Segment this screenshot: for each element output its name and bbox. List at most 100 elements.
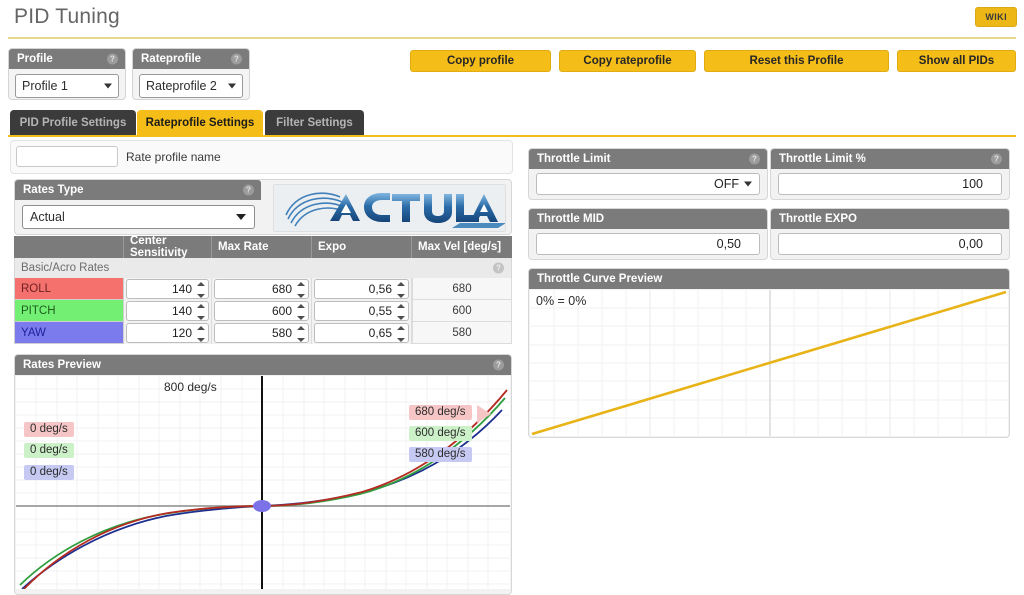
question-icon[interactable]: ? [493, 359, 504, 371]
rates-preview-header: Rates Preview ? [15, 355, 511, 375]
question-icon[interactable]: ? [231, 53, 242, 65]
rateprofile-select-value: Rateprofile 2 [146, 79, 217, 93]
reset-this-profile-button[interactable]: Reset this Profile [704, 50, 889, 72]
value-text: 140 [171, 304, 192, 318]
table-row: YAW 120 580 0,65 580 [14, 322, 512, 344]
rates-preview-chart[interactable]: 800 deg/s 0 deg/s 0 deg/s 0 deg/s 680 de… [16, 376, 510, 589]
question-icon[interactable]: ? [991, 153, 1002, 165]
legend-yaw-current: 0 deg/s [24, 465, 74, 480]
rates-type-select[interactable]: Actual [22, 205, 255, 229]
question-icon[interactable]: ? [243, 184, 254, 196]
rates-preview-panel: Rates Preview ? 800 deg/s 0 deg/s 0 deg/… [14, 354, 512, 595]
value-text: 0,65 [368, 326, 392, 340]
tab-divider [8, 135, 1016, 137]
throttle-limit-label: Throttle Limit [537, 153, 611, 165]
throttle-mid-label: Throttle MID [537, 213, 605, 225]
yaw-max-rate-stepper[interactable]: 580 [214, 323, 309, 343]
axis-label-roll: ROLL [14, 278, 124, 300]
roll-center-sensitivity-stepper[interactable]: 140 [126, 279, 209, 299]
cell-pitch-expo: 0,55 [312, 300, 412, 322]
value-text: 600 [271, 304, 292, 318]
pitch-center-sensitivity-stepper[interactable]: 140 [126, 301, 209, 321]
throttle-limit-pct-stepper[interactable]: 100 [778, 173, 1002, 195]
throttle-curve-readout: 0% = 0% [536, 294, 587, 308]
spinner-arrows-icon[interactable] [197, 282, 205, 298]
tab-pid-profile-settings[interactable]: PID Profile Settings [10, 110, 136, 135]
cell-yaw-max-vel: 580 [412, 322, 512, 344]
spinner-arrows-icon[interactable] [989, 177, 997, 193]
rates-type-panel: Rates Type ? Actual [14, 179, 512, 235]
spinner-arrows-icon[interactable] [747, 237, 755, 253]
profile-label: Profile [17, 53, 53, 65]
spinner-arrows-icon[interactable] [989, 237, 997, 253]
show-all-pids-button[interactable]: Show all PIDs [897, 50, 1016, 72]
wiki-button[interactable]: WIKI [975, 7, 1017, 27]
yaw-center-sensitivity-stepper[interactable]: 120 [126, 323, 209, 343]
question-icon[interactable]: ? [493, 262, 504, 274]
question-icon[interactable]: ? [107, 53, 118, 65]
col-max-rate: Max Rate [212, 236, 312, 258]
tab-rateprofile-settings[interactable]: Rateprofile Settings [137, 110, 263, 135]
question-icon[interactable]: ? [749, 153, 760, 165]
pitch-expo-stepper[interactable]: 0,55 [314, 301, 409, 321]
spinner-arrows-icon[interactable] [397, 326, 405, 342]
rates-preview-title: Rates Preview [23, 359, 101, 371]
throttle-mid-stepper[interactable]: 0,50 [536, 233, 760, 255]
spinner-arrows-icon[interactable] [297, 282, 305, 298]
cell-pitch-center-sensitivity: 140 [124, 300, 212, 322]
col-expo: Expo [312, 236, 412, 258]
throttle-expo-label: Throttle EXPO [779, 213, 857, 225]
cell-pitch-max-vel: 600 [412, 300, 512, 322]
rateprofile-selector: Rateprofile ? Rateprofile 2 [132, 48, 250, 100]
cell-roll-center-sensitivity: 140 [124, 278, 212, 300]
rate-profile-name-label: Rate profile name [126, 150, 221, 164]
profile-header: Profile ? [9, 49, 125, 69]
spinner-arrows-icon[interactable] [197, 304, 205, 320]
value-text: 0,55 [368, 304, 392, 318]
profile-select[interactable]: Profile 1 [15, 74, 119, 98]
page-title: PID Tuning [14, 5, 120, 28]
throttle-limit-header: Throttle Limit ? [529, 149, 767, 169]
rateprofile-select[interactable]: Rateprofile 2 [139, 74, 243, 98]
pitch-max-rate-stepper[interactable]: 600 [214, 301, 309, 321]
throttle-curve-chart[interactable]: 0% = 0% [530, 290, 1008, 436]
throttle-expo-value: 0,00 [958, 237, 983, 251]
roll-expo-stepper[interactable]: 0,56 [314, 279, 409, 299]
table-row: PITCH 140 600 0,55 600 [14, 300, 512, 322]
throttle-limit-pct-value: 100 [962, 177, 983, 191]
rate-profile-name-input[interactable] [16, 146, 118, 167]
spinner-arrows-icon[interactable] [297, 326, 305, 342]
chevron-down-icon [104, 83, 112, 89]
value-text: 580 [271, 326, 292, 340]
spinner-arrows-icon[interactable] [197, 326, 205, 342]
yaw-expo-stepper[interactable]: 0,65 [314, 323, 409, 343]
title-divider [8, 37, 1016, 39]
cell-yaw-max-rate: 580 [212, 322, 312, 344]
throttle-mid-value: 0,50 [716, 237, 741, 251]
spinner-arrows-icon[interactable] [297, 304, 305, 320]
throttle-limit-select[interactable]: OFF [536, 173, 760, 195]
copy-profile-button[interactable]: Copy profile [410, 50, 551, 72]
legend-pitch-max: 600 deg/s [409, 426, 472, 441]
throttle-expo-stepper[interactable]: 0,00 [778, 233, 1002, 255]
rates-type-value: Actual [30, 210, 65, 224]
value-text: 120 [171, 326, 192, 340]
rateprofile-header: Rateprofile ? [133, 49, 249, 69]
throttle-expo-header: Throttle EXPO [771, 209, 1009, 229]
section-label-text: Basic/Acro Rates [21, 262, 110, 274]
copy-rateprofile-button[interactable]: Copy rateprofile [559, 50, 696, 72]
col-axis [14, 236, 124, 258]
throttle-mid-header: Throttle MID [529, 209, 767, 229]
legend-roll-current: 0 deg/s [24, 422, 74, 437]
profile-select-value: Profile 1 [22, 79, 68, 93]
spinner-arrows-icon[interactable] [397, 282, 405, 298]
spinner-arrows-icon[interactable] [397, 304, 405, 320]
tab-filter-settings[interactable]: Filter Settings [265, 110, 364, 135]
throttle-limit-pct-header: Throttle Limit % ? [771, 149, 1009, 169]
cell-yaw-expo: 0,65 [312, 322, 412, 344]
cell-pitch-max-rate: 600 [212, 300, 312, 322]
cell-yaw-center-sensitivity: 120 [124, 322, 212, 344]
roll-max-rate-stepper[interactable]: 680 [214, 279, 309, 299]
throttle-limit-panel: Throttle Limit ? OFF [528, 148, 768, 200]
throttle-curve-preview-panel: Throttle Curve Preview 0% = 0% [528, 268, 1010, 438]
